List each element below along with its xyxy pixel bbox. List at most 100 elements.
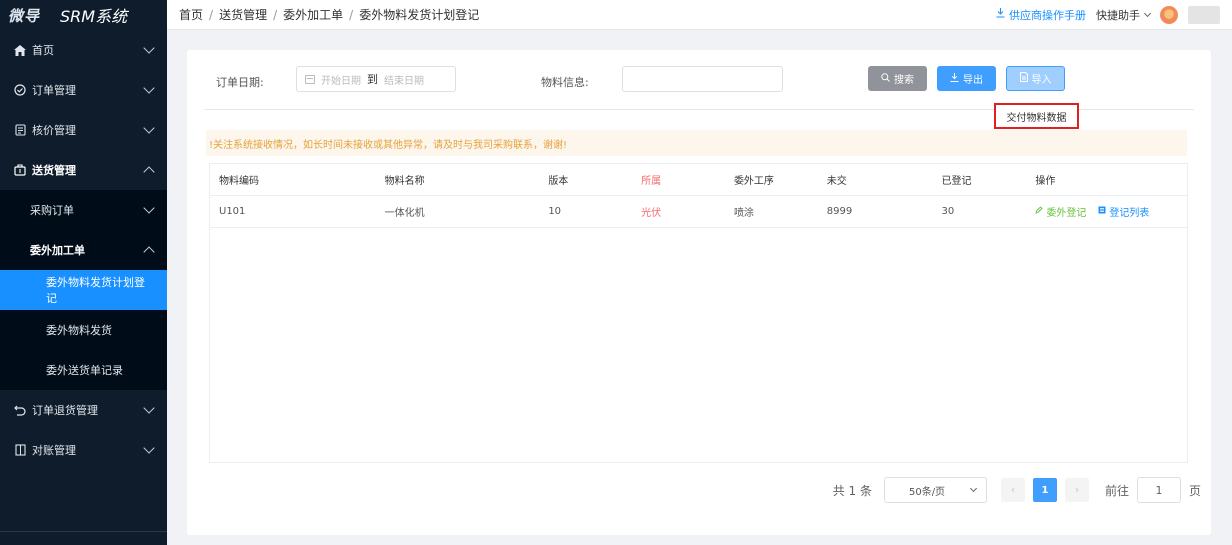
receipt-icon [14, 124, 26, 136]
end-date-placeholder[interactable]: 结束日期 [384, 72, 424, 87]
chevron-down-icon [143, 82, 155, 94]
table-header: 物料编码 物料名称 版本 所属 委外工序 未交 已登记 操作 [210, 164, 1187, 196]
brand-logo: 微导 [8, 6, 41, 25]
header-actions: 供应商操作手册 快捷助手 [996, 5, 1220, 24]
chevron-left-icon: ‹ [1010, 484, 1015, 496]
sidebar-item-delivery[interactable]: 送货管理 [0, 150, 167, 190]
sidebar-item-orders[interactable]: 订单管理 [0, 70, 167, 110]
column-header: 物料编码 [219, 176, 259, 187]
sidebar-item-label: 委外物料发货计划登记 [46, 276, 145, 305]
next-page-button[interactable]: › [1064, 478, 1089, 502]
sidebar-item-plan-register[interactable]: 委外物料发货计划登记 [0, 270, 167, 310]
outsourcing-register-link[interactable]: 委外登记 [1035, 204, 1086, 219]
breadcrumb-separator: / [349, 7, 354, 22]
chevron-down-icon [143, 42, 155, 54]
sidebar-item-label: 委外物料发货 [46, 324, 112, 337]
sidebar: 微导 SRM系统 首页 订单管理 核价管理 送货管理 采购订单 委外加工单 委外… [0, 0, 167, 545]
sidebar-item-label: 订单退货管理 [32, 404, 98, 417]
outsourcing-submenu: 委外物料发货计划登记 委外物料发货 委外送货单记录 [0, 270, 167, 390]
pagination: 共 1 条 50条/页 ‹ 1 › 前往 1 页 [833, 477, 1201, 503]
page-unit-label: 页 [1188, 483, 1201, 498]
column-header: 物料名称 [384, 176, 425, 187]
column-header: 所属 [641, 176, 662, 187]
sidebar-item-reconciliation[interactable]: 对账管理 [0, 430, 167, 470]
system-name: SRM系统 [60, 7, 128, 26]
date-range-picker[interactable]: 开始日期 到 结束日期 [296, 66, 456, 92]
breadcrumb-item[interactable]: 送货管理 [219, 6, 267, 23]
import-menu-item-delivery-material-data[interactable]: 交付物料数据 [994, 103, 1079, 129]
column-header: 已登记 [941, 176, 972, 187]
page-number-current[interactable]: 1 [1032, 478, 1057, 502]
sidebar-item-purchase-order[interactable]: 采购订单 [0, 190, 167, 230]
sidebar-item-label: 订单管理 [32, 84, 76, 97]
breadcrumb-separator: / [273, 7, 278, 22]
download-icon [950, 72, 959, 85]
chevron-down-icon [1143, 9, 1152, 17]
breadcrumb-separator: / [209, 7, 214, 22]
cell-material-name: 一体化机 [384, 208, 425, 219]
sidebar-footer [0, 531, 167, 545]
register-list-link[interactable]: 登记列表 [1098, 204, 1149, 219]
sidebar-item-material-shipping[interactable]: 委外物料发货 [0, 310, 167, 350]
columns-icon [14, 444, 26, 456]
check-circle-icon [14, 84, 26, 96]
username-placeholder[interactable] [1188, 5, 1220, 24]
sidebar-item-label: 委外送货单记录 [46, 364, 123, 377]
column-header: 操作 [1035, 176, 1056, 187]
cell-process: 喷涂 [733, 208, 754, 219]
supplier-manual-link[interactable]: 供应商操作手册 [996, 7, 1086, 23]
supplier-manual-label: 供应商操作手册 [1009, 8, 1086, 22]
pagination-total: 共 1 条 [832, 483, 872, 498]
list-icon [1098, 206, 1106, 217]
register-list-label: 登记列表 [1109, 208, 1150, 219]
goto-page-input[interactable]: 1 [1136, 477, 1181, 503]
sidebar-item-label: 首页 [32, 44, 54, 57]
start-date-placeholder[interactable]: 开始日期 [321, 72, 361, 87]
sidebar-item-home[interactable]: 首页 [0, 30, 167, 70]
chevron-down-icon [143, 402, 155, 414]
breadcrumb-current: 委外物料发货计划登记 [359, 8, 480, 22]
chevron-up-icon [143, 246, 155, 258]
page-size-value: 50条/页 [908, 486, 946, 498]
home-icon [14, 44, 26, 56]
cell-belong: 光伏 [641, 208, 662, 219]
chevron-down-icon [143, 442, 155, 454]
quick-help-dropdown[interactable]: 快捷助手 [1096, 7, 1152, 23]
file-icon [1019, 72, 1028, 85]
sidebar-item-returns[interactable]: 订单退货管理 [0, 390, 167, 430]
box-icon [14, 164, 26, 176]
sidebar-item-delivery-records[interactable]: 委外送货单记录 [0, 350, 167, 390]
breadcrumb-item[interactable]: 委外加工单 [283, 6, 343, 23]
search-button[interactable]: 搜索 [868, 66, 927, 91]
edit-icon [1035, 206, 1043, 217]
column-header: 未交 [826, 176, 847, 187]
avatar[interactable] [1160, 5, 1178, 24]
export-button-label: 导出 [963, 75, 983, 86]
goto-label: 前往 [1104, 483, 1129, 498]
sidebar-item-label: 采购订单 [30, 204, 74, 217]
chevron-down-icon [143, 122, 155, 134]
return-icon [14, 404, 26, 416]
delivery-submenu: 采购订单 委外加工单 委外物料发货计划登记 委外物料发货 委外送货单记录 [0, 190, 167, 390]
search-button-label: 搜索 [894, 75, 914, 86]
calendar-icon [305, 74, 315, 84]
import-button[interactable]: 导入 [1006, 66, 1065, 91]
download-icon [996, 8, 1005, 21]
import-button-label: 导入 [1031, 75, 1052, 86]
sidebar-item-pricing[interactable]: 核价管理 [0, 110, 167, 150]
material-info-input[interactable] [622, 66, 783, 92]
breadcrumb-item[interactable]: 首页 [179, 6, 203, 23]
material-info-label: 物料信息: [541, 76, 589, 89]
page-size-select[interactable]: 50条/页 [883, 477, 987, 503]
cell-material-code: U101 [219, 206, 246, 217]
search-icon [881, 72, 890, 85]
cell-registered: 30 [941, 206, 955, 217]
column-header: 委外工序 [733, 176, 774, 187]
prev-page-button[interactable]: ‹ [1000, 478, 1025, 502]
filter-bar: 订单日期: 开始日期 到 结束日期 物料信息: 搜索 导出 导入 [187, 66, 1211, 94]
main-card: 订单日期: 开始日期 到 结束日期 物料信息: 搜索 导出 导入 交付物料数据 … [187, 50, 1211, 535]
sidebar-item-outsourcing-order[interactable]: 委外加工单 [0, 230, 167, 270]
export-button[interactable]: 导出 [937, 66, 996, 91]
table-row: U101 一体化机 10 光伏 喷涂 8999 30 委外登记 登记列表 [210, 196, 1187, 228]
outsourcing-register-label: 委外登记 [1046, 208, 1087, 219]
